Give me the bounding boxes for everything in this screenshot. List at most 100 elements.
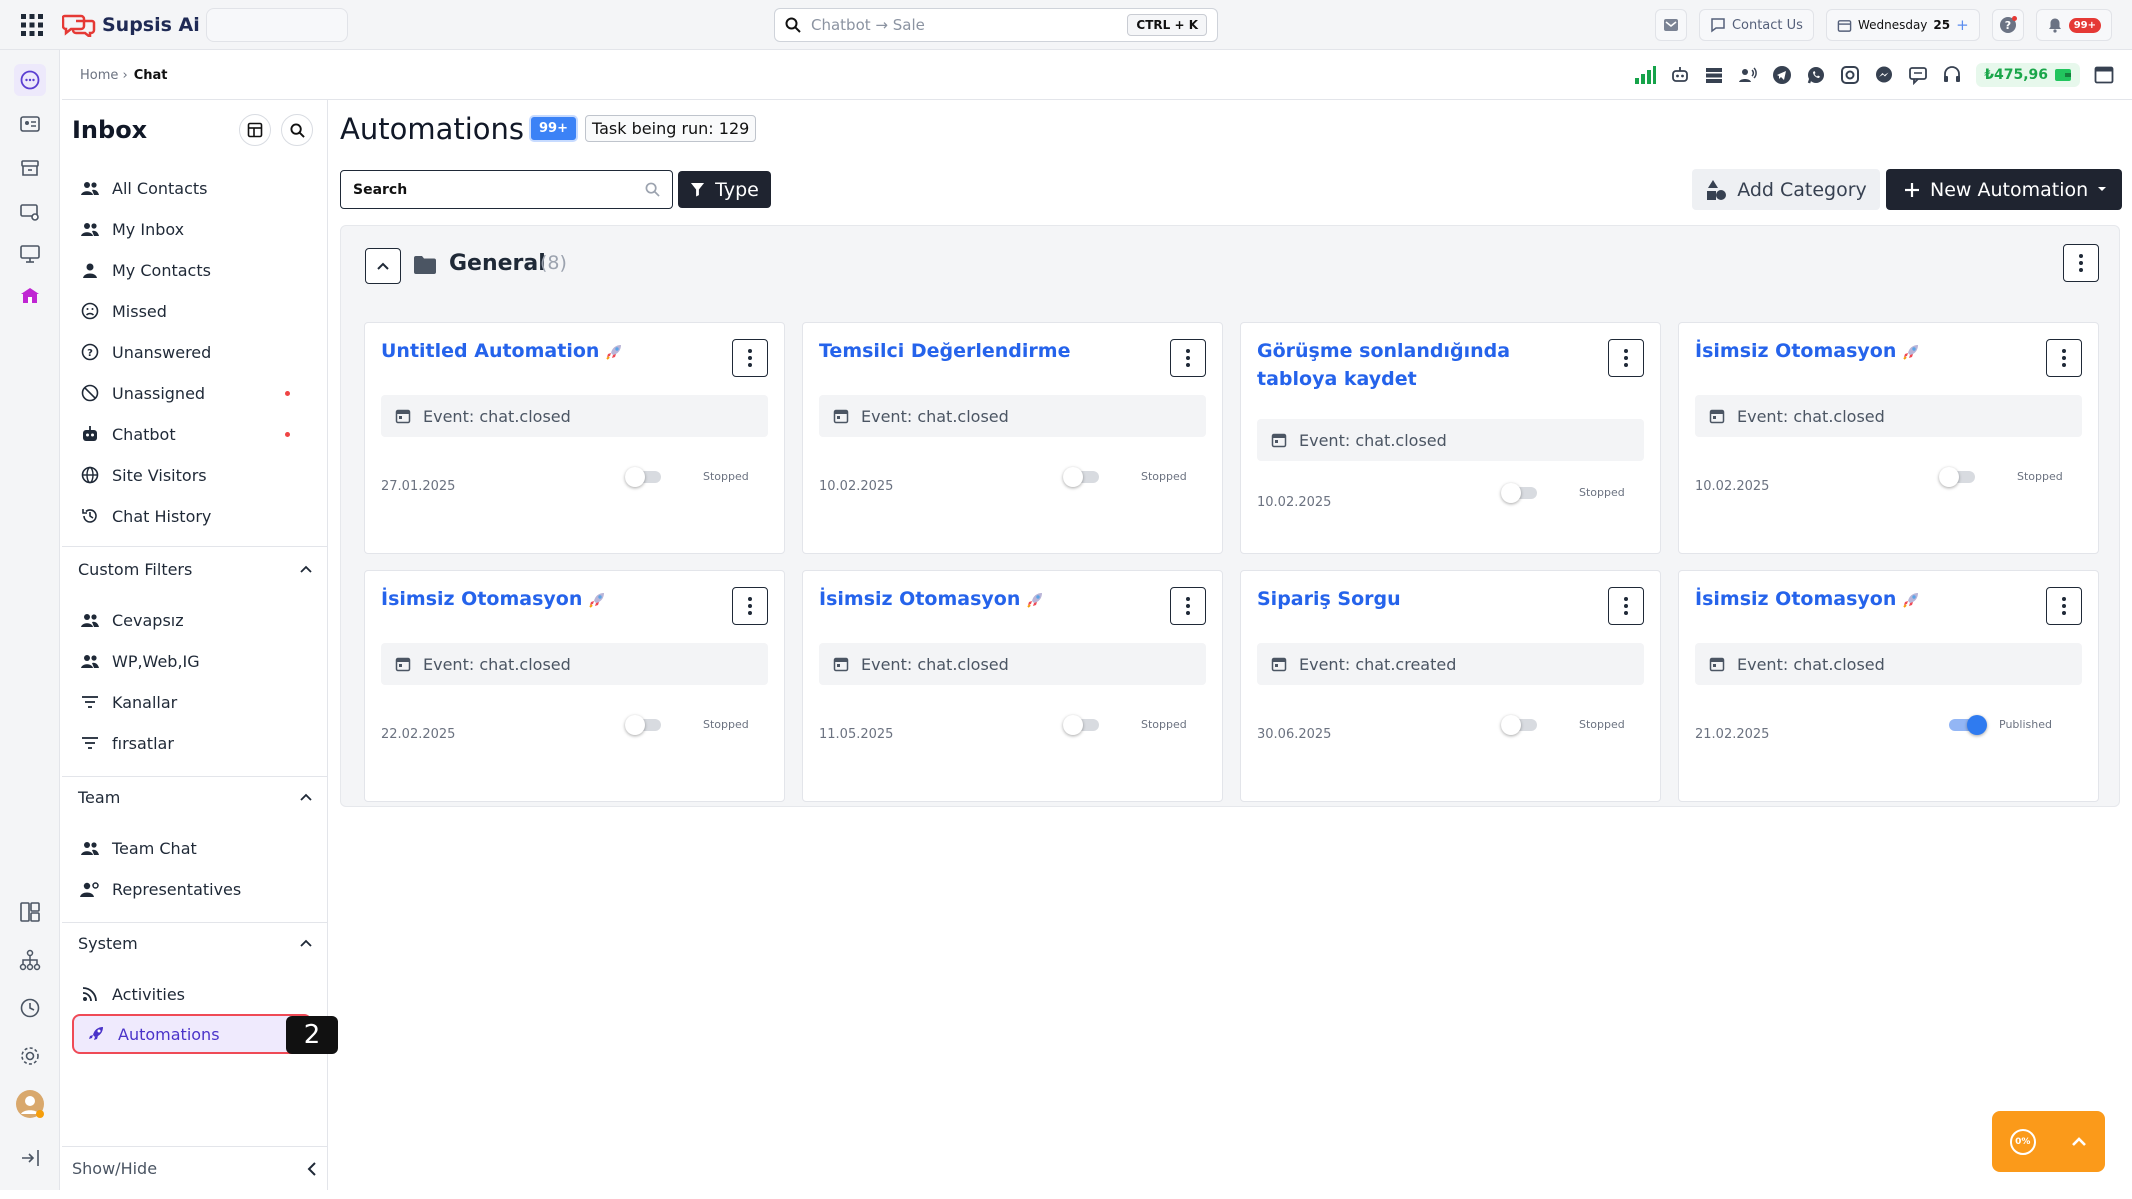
automation-more-menu-button[interactable] (1170, 339, 1206, 377)
automation-more-menu-button[interactable] (1608, 587, 1644, 625)
automation-card[interactable]: Görüşme sonlandığında tabloya kaydet Even… (1240, 322, 1661, 554)
add-category-button[interactable]: Add Category (1692, 169, 1880, 210)
progress-widget[interactable]: 0% (1992, 1111, 2105, 1172)
comment-box-icon[interactable] (1908, 65, 1928, 85)
team-header[interactable]: Team (78, 782, 312, 812)
nav-all-contacts[interactable]: All Contacts (80, 171, 316, 205)
apps-grid-icon[interactable] (20, 13, 44, 37)
nav-my-inbox[interactable]: My Inbox (80, 212, 316, 246)
contact-us-button[interactable]: Contact Us (1698, 9, 1814, 41)
automation-card[interactable]: Untitled Automation Event: chat.closed 27.… (364, 322, 785, 554)
rail-screen-settings-icon[interactable] (14, 196, 46, 228)
instagram-icon[interactable] (1840, 65, 1860, 85)
add-date-plus-icon[interactable]: + (1956, 16, 1969, 34)
balance-badge[interactable]: ₺475,96 (1976, 63, 2080, 87)
workspace-selector[interactable] (206, 8, 348, 42)
server-list-icon[interactable] (1704, 65, 1724, 85)
rail-logout-icon[interactable] (14, 1142, 46, 1174)
automation-status-toggle[interactable] (625, 467, 661, 487)
automation-status-toggle[interactable] (1063, 715, 1099, 735)
robot-icon[interactable] (1670, 65, 1690, 85)
nav-missed[interactable]: Missed (80, 294, 316, 328)
automation-title[interactable]: Sipariş Sorgu (1257, 585, 1577, 613)
automation-more-menu-button[interactable] (1608, 339, 1644, 377)
inbox-search-button[interactable] (281, 114, 313, 146)
global-search[interactable]: Chatbot → Sale CTRL + K (774, 8, 1218, 42)
automation-search-input[interactable] (353, 181, 613, 198)
nav-chatbot[interactable]: Chatbot (80, 417, 316, 451)
automation-card[interactable]: İsimsiz Otomasyon Event: chat.closed 21.02… (1678, 570, 2099, 802)
automation-more-menu-button[interactable] (2046, 587, 2082, 625)
automation-title[interactable]: Temsilci Değerlendirme (819, 337, 1139, 365)
group-collapse-button[interactable] (365, 248, 401, 284)
nav-team-chat[interactable]: Team Chat (80, 831, 316, 865)
breadcrumb-home[interactable]: Home › (80, 68, 128, 83)
show-hide-toggle[interactable]: Show/Hide (62, 1146, 328, 1190)
rail-clock-icon[interactable] (14, 992, 46, 1024)
automation-card[interactable]: İsimsiz Otomasyon Event: chat.closed 22.02… (364, 570, 785, 802)
system-header[interactable]: System (78, 928, 312, 958)
filter-cevapsiz[interactable]: Cevapsız (80, 603, 316, 637)
help-button[interactable]: ? (1991, 9, 2024, 41)
automation-title[interactable]: İsimsiz Otomasyon (1695, 337, 2015, 365)
nav-chat-history[interactable]: Chat History (80, 499, 316, 533)
messenger-icon[interactable] (1874, 65, 1894, 85)
automation-card[interactable]: Temsilci Değerlendirme Event: chat.closed… (802, 322, 1223, 554)
rail-settings-gear-icon[interactable] (14, 1040, 46, 1072)
nav-unassigned[interactable]: Unassigned (80, 376, 316, 410)
nav-site-visitors[interactable]: Site Visitors (80, 458, 316, 492)
inbox-tray-button[interactable] (1654, 9, 1687, 41)
automation-title[interactable]: Untitled Automation (381, 337, 701, 365)
automation-title[interactable]: İsimsiz Otomasyon (1695, 585, 2015, 613)
search-icon (289, 122, 305, 138)
whatsapp-icon[interactable] (1806, 65, 1826, 85)
automation-status-toggle[interactable] (1501, 483, 1537, 503)
rail-store-icon[interactable] (14, 280, 46, 312)
rail-archive-icon[interactable] (14, 152, 46, 184)
automation-status-toggle[interactable] (625, 715, 661, 735)
nav-representatives[interactable]: Representatives (80, 872, 316, 906)
automation-status-toggle[interactable] (1501, 715, 1537, 735)
automation-title[interactable]: İsimsiz Otomasyon (819, 585, 1139, 613)
nav-my-contacts[interactable]: My Contacts (80, 253, 316, 287)
filter-firsatlar[interactable]: fırsatlar (80, 726, 316, 760)
automation-title[interactable]: Görüşme sonlandığında tabloya kaydet (1257, 337, 1577, 393)
telegram-icon[interactable] (1772, 65, 1792, 85)
users-voice-icon[interactable] (1738, 65, 1758, 85)
headset-icon[interactable] (1942, 65, 1962, 85)
rail-chat-icon[interactable] (14, 64, 46, 96)
date-button[interactable]: Wednesday 25 + (1825, 9, 1980, 41)
type-filter-button[interactable]: Type (678, 171, 771, 208)
nav-unanswered[interactable]: ? Unanswered (80, 335, 316, 369)
custom-filters-header[interactable]: Custom Filters (78, 554, 312, 584)
caret-down-icon[interactable] (2096, 181, 2108, 197)
signal-bars-icon[interactable] (1634, 66, 1657, 84)
group-more-menu-button[interactable] (2063, 244, 2099, 282)
automation-title[interactable]: İsimsiz Otomasyon (381, 585, 701, 613)
app-logo[interactable]: Supsis Ai (62, 10, 200, 40)
automation-more-menu-button[interactable] (732, 339, 768, 377)
filter-kanallar[interactable]: Kanallar (80, 685, 316, 719)
nav-automations[interactable]: Automations (72, 1014, 312, 1054)
automation-status-toggle[interactable] (1949, 715, 1987, 735)
window-toggle-icon[interactable] (2094, 66, 2114, 84)
new-automation-button[interactable]: New Automation (1886, 169, 2122, 210)
rail-contacts-card-icon[interactable] (14, 108, 46, 140)
rail-org-chart-icon[interactable] (14, 944, 46, 976)
avatar[interactable] (14, 1088, 46, 1120)
inbox-layout-button[interactable] (239, 114, 271, 146)
automation-more-menu-button[interactable] (1170, 587, 1206, 625)
rail-layout-icon[interactable] (14, 896, 46, 928)
automation-card[interactable]: İsimsiz Otomasyon Event: chat.closed 11.05… (802, 570, 1223, 802)
automation-card[interactable]: İsimsiz Otomasyon Event: chat.closed 10.02… (1678, 322, 2099, 554)
notifications-button[interactable]: 99+ (2035, 9, 2112, 41)
automation-status-toggle[interactable] (1939, 467, 1975, 487)
rail-monitor-icon[interactable] (14, 238, 46, 270)
nav-activities[interactable]: Activities (80, 977, 316, 1011)
automation-more-menu-button[interactable] (732, 587, 768, 625)
automation-search[interactable] (340, 170, 673, 209)
automation-more-menu-button[interactable] (2046, 339, 2082, 377)
automation-card[interactable]: Sipariş Sorgu Event: chat.created 30.06.20… (1240, 570, 1661, 802)
automation-status-toggle[interactable] (1063, 467, 1099, 487)
filter-wp-web-ig[interactable]: WP,Web,IG (80, 644, 316, 678)
